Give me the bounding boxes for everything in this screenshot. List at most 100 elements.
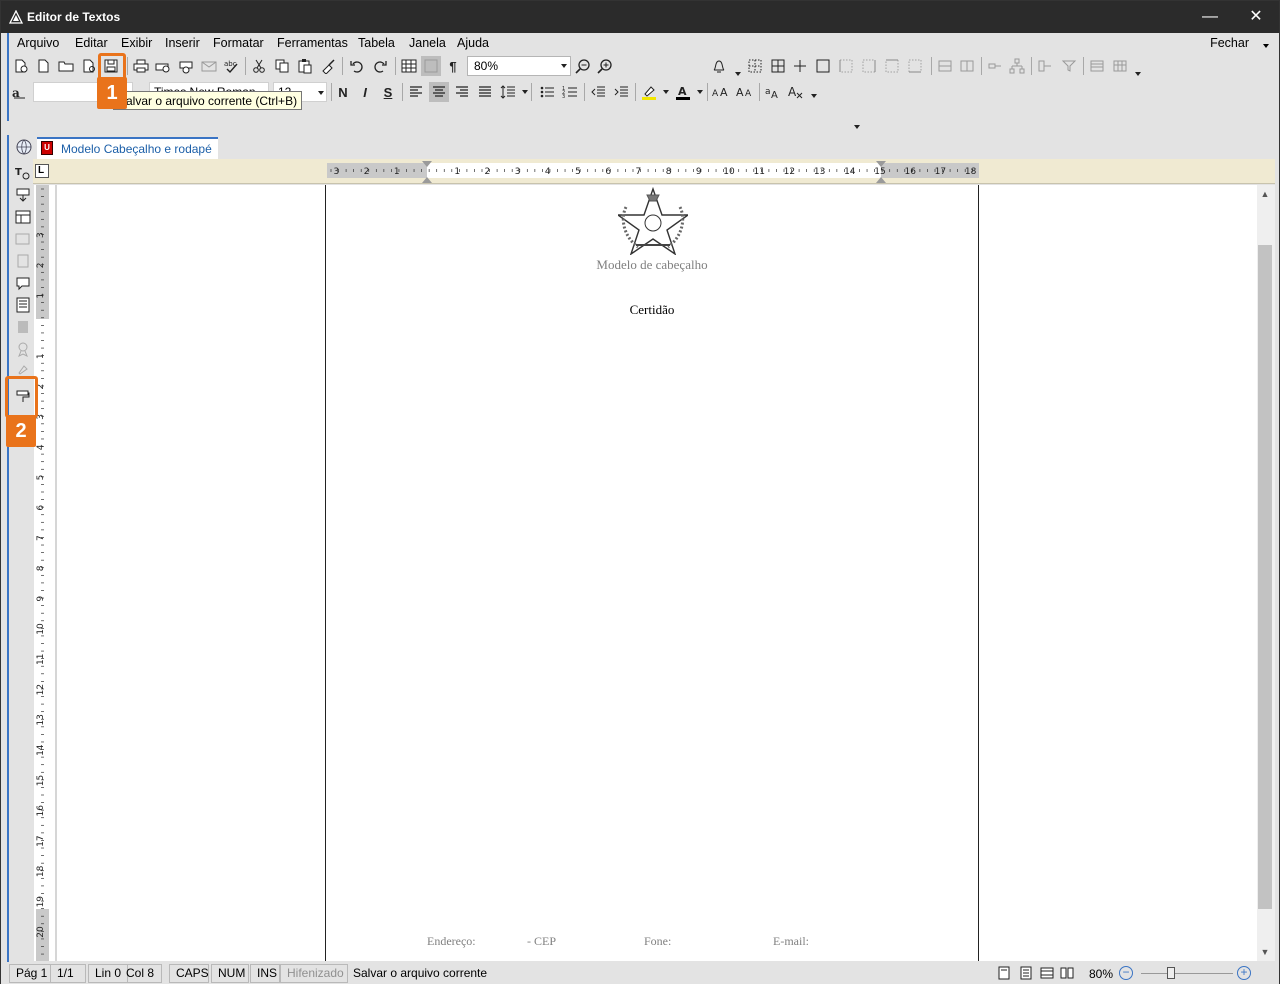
print-setup-button[interactable] bbox=[176, 56, 196, 76]
image-tool-button[interactable] bbox=[13, 229, 33, 249]
zoom-slider-track[interactable] bbox=[1141, 973, 1233, 974]
style-button[interactable]: a bbox=[9, 82, 29, 102]
copy-button[interactable] bbox=[272, 56, 292, 76]
seal-tool-button[interactable] bbox=[13, 339, 33, 359]
change-case-button[interactable]: aA bbox=[763, 82, 783, 102]
menu-exibir[interactable]: Exibir bbox=[121, 36, 152, 50]
menu-ferramentas[interactable]: Ferramentas bbox=[277, 36, 348, 50]
chevron-down-icon[interactable] bbox=[1263, 44, 1269, 48]
scroll-up-arrow-icon[interactable]: ▲ bbox=[1260, 189, 1270, 199]
highlight-button[interactable] bbox=[639, 82, 659, 102]
align-center-button[interactable] bbox=[429, 82, 449, 102]
shrink-font-button[interactable]: AA bbox=[735, 82, 755, 102]
open-button[interactable] bbox=[56, 56, 76, 76]
table-bottom-border-button[interactable] bbox=[905, 56, 925, 76]
table-select-button[interactable] bbox=[745, 56, 765, 76]
align-right-button[interactable] bbox=[452, 82, 472, 102]
tab-stop-selector[interactable]: L bbox=[35, 164, 49, 178]
font-color-button[interactable]: A bbox=[673, 82, 693, 102]
chevron-down-icon[interactable] bbox=[735, 72, 741, 76]
menu-inserir[interactable]: Inserir bbox=[165, 36, 200, 50]
scrollbar-thumb[interactable] bbox=[1258, 245, 1272, 909]
new-from-template-button[interactable] bbox=[11, 56, 31, 76]
zoom-combo[interactable]: 80% bbox=[467, 56, 571, 76]
globe-icon[interactable] bbox=[15, 138, 33, 156]
menu-tabela[interactable]: Tabela bbox=[358, 36, 395, 50]
show-paragraph-marks-button[interactable]: ¶ bbox=[443, 56, 463, 76]
columns-button[interactable] bbox=[421, 56, 441, 76]
close-window-button[interactable]: ✕ bbox=[1233, 1, 1279, 33]
chevron-down-icon[interactable] bbox=[811, 94, 817, 98]
list-tool-button[interactable] bbox=[13, 295, 33, 315]
two-page-view-icon[interactable] bbox=[1060, 966, 1074, 980]
menu-ajuda[interactable]: Ajuda bbox=[457, 36, 489, 50]
print-preview-button[interactable] bbox=[153, 56, 173, 76]
tab-modelo-cabecalho[interactable]: U Modelo Cabeçalho e rodapé bbox=[37, 137, 218, 159]
chevron-down-icon[interactable] bbox=[663, 90, 669, 94]
object-tool-button[interactable] bbox=[13, 251, 33, 271]
web-view-icon[interactable] bbox=[1040, 966, 1054, 980]
decrease-indent-button[interactable] bbox=[588, 82, 608, 102]
insert-table-button[interactable] bbox=[399, 56, 419, 76]
insert-field-button[interactable] bbox=[985, 56, 1005, 76]
table-tool-button[interactable] bbox=[13, 207, 33, 227]
split-cells-button[interactable] bbox=[957, 56, 977, 76]
menu-arquivo[interactable]: Arquivo bbox=[17, 36, 59, 50]
minimize-button[interactable]: — bbox=[1187, 1, 1233, 33]
filter-button[interactable] bbox=[1059, 56, 1079, 76]
bell-button[interactable] bbox=[709, 56, 729, 76]
chevron-down-icon[interactable] bbox=[318, 91, 324, 95]
comment-tool-button[interactable] bbox=[13, 273, 33, 293]
underline-button[interactable]: S bbox=[378, 82, 398, 102]
insert-text-field-button[interactable]: T bbox=[13, 163, 33, 183]
vertical-ruler[interactable]: 3 2 1 1 2 3 4 5 6 7 8 9 10 11 12 13 14 15 16 17 18 19 20 bbox=[34, 185, 51, 961]
clear-format-button[interactable]: A bbox=[786, 82, 806, 102]
page-view-icon[interactable] bbox=[997, 966, 1011, 980]
increase-indent-button[interactable] bbox=[611, 82, 631, 102]
zoom-in-icon[interactable]: + bbox=[1237, 966, 1251, 980]
table-properties-button[interactable] bbox=[1110, 56, 1130, 76]
format-painter-button[interactable] bbox=[318, 56, 338, 76]
justify-button[interactable] bbox=[475, 82, 495, 102]
document-canvas[interactable]: Modelo de cabeçalho Certidão Endereço: -… bbox=[51, 185, 1257, 961]
zoom-out-button[interactable] bbox=[573, 56, 593, 76]
table-outer-border-button[interactable] bbox=[813, 56, 833, 76]
document-page[interactable]: Modelo de cabeçalho Certidão Endereço: -… bbox=[325, 185, 979, 961]
grow-font-button[interactable]: AA bbox=[711, 82, 731, 102]
new-document-button[interactable] bbox=[33, 56, 53, 76]
zoom-in-button[interactable] bbox=[595, 56, 615, 76]
zoom-slider-thumb[interactable] bbox=[1167, 967, 1175, 979]
cut-button[interactable] bbox=[249, 56, 269, 76]
menu-janela[interactable]: Janela bbox=[409, 36, 446, 50]
menu-fechar[interactable]: Fechar bbox=[1210, 36, 1249, 50]
line-spacing-button[interactable] bbox=[498, 82, 518, 102]
scroll-down-arrow-icon[interactable]: ▼ bbox=[1260, 947, 1270, 957]
table-top-border-button[interactable] bbox=[882, 56, 902, 76]
align-left-button[interactable] bbox=[406, 82, 426, 102]
numbered-list-button[interactable]: 123 bbox=[560, 82, 580, 102]
merge-cells-button[interactable] bbox=[935, 56, 955, 76]
page-tool-button[interactable] bbox=[13, 317, 33, 337]
table-all-borders-button[interactable] bbox=[768, 56, 788, 76]
menu-formatar[interactable]: Formatar bbox=[213, 36, 264, 50]
chevron-down-icon[interactable] bbox=[1135, 72, 1141, 76]
redo-button[interactable] bbox=[370, 56, 390, 76]
undo-button[interactable] bbox=[347, 56, 367, 76]
send-mail-button[interactable] bbox=[199, 56, 219, 76]
table-right-border-button[interactable] bbox=[859, 56, 879, 76]
branch-button[interactable] bbox=[1035, 56, 1055, 76]
table-inner-borders-button[interactable] bbox=[790, 56, 810, 76]
chevron-down-icon[interactable] bbox=[522, 90, 528, 94]
print-button[interactable] bbox=[131, 56, 151, 76]
form-tool-button[interactable] bbox=[13, 185, 33, 205]
horizontal-ruler[interactable]: 3 2 1 1 2 3 4 5 6 7 8 9 10 11 12 13 14 15 16 17 18 bbox=[33, 159, 1275, 184]
normal-view-icon[interactable] bbox=[1019, 966, 1033, 980]
chevron-down-icon[interactable] bbox=[697, 90, 703, 94]
paste-button[interactable] bbox=[295, 56, 315, 76]
zoom-dropdown-button[interactable] bbox=[558, 57, 570, 75]
zoom-out-icon[interactable]: − bbox=[1119, 966, 1133, 980]
toolbar-options-arrow-icon[interactable] bbox=[854, 125, 860, 129]
spellcheck-button[interactable]: abc bbox=[221, 56, 241, 76]
table-left-border-button[interactable] bbox=[836, 56, 856, 76]
italic-button[interactable]: I bbox=[355, 82, 375, 102]
